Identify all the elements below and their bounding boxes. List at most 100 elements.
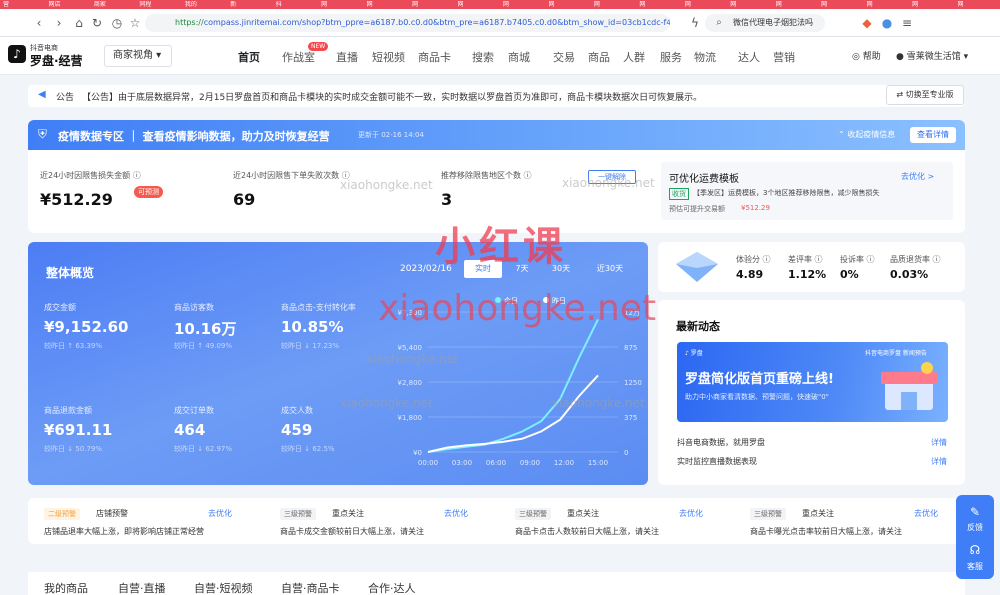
news-item-1-detail-link[interactable]: 详情 <box>931 437 947 448</box>
user-menu[interactable]: ● 雪莱微生活馆 ▾ <box>896 49 968 62</box>
address-bar[interactable]: https://compass.jinritemai.com/shop?btm_… <box>145 14 670 32</box>
nav-marketing[interactable]: 营销 <box>773 49 795 65</box>
chart-y-tick-right: 0 <box>624 449 628 457</box>
nav-short-video[interactable]: 短视频 <box>372 49 405 65</box>
tab-my-products[interactable]: 我的商品 <box>44 580 88 595</box>
tab-self-short-video[interactable]: 自营·短视频 <box>194 580 253 595</box>
alert-desc: 商品卡成交金额较前日大幅上涨，请关注 <box>280 527 424 536</box>
browser-tab[interactable]: 网 <box>773 1 817 9</box>
browser-tab[interactable]: 网 <box>682 1 726 9</box>
switch-pro-button[interactable]: ⇄ 切换至专业版 <box>886 85 964 105</box>
nav-mall[interactable]: 商城 <box>508 49 530 65</box>
browser-tab[interactable]: 网 <box>545 1 589 9</box>
collapse-epidemic-link[interactable]: ⌃ 收起疫情信息 <box>838 129 895 140</box>
browser-tab[interactable]: 网 <box>864 1 908 9</box>
browser-tab[interactable]: 网 <box>318 1 362 9</box>
history-icon[interactable]: ◷ <box>110 16 124 30</box>
browser-tab[interactable]: 网 <box>455 1 499 9</box>
tab-7days[interactable]: 7天 <box>506 260 538 278</box>
notice-bar: ◀ 公告 【公告】由于底层数据异常，2月15日罗盘首页和商品卡模块的实时成交金额… <box>28 85 964 107</box>
tab-self-live[interactable]: 自营·直播 <box>118 580 166 595</box>
browser-tab[interactable]: 网 <box>364 1 408 9</box>
browser-tab[interactable]: 抖 <box>273 1 317 9</box>
home-icon[interactable]: ⌂ <box>72 16 86 30</box>
shield-icon: ⛨ <box>38 127 48 141</box>
chart-y-tick-right: 1250 <box>624 379 642 387</box>
score-bad-rate-value: 1.12% <box>788 268 827 281</box>
tab-realtime[interactable]: 实时 <box>464 260 502 278</box>
buyers-label: 成交人数 <box>281 406 313 415</box>
extension-icon[interactable]: ◆ <box>860 16 874 30</box>
template-optimize-link[interactable]: 去优化 > <box>901 171 934 182</box>
chart-x-tick: 12:00 <box>554 459 574 467</box>
nav-audience[interactable]: 人群 <box>623 49 645 65</box>
feedback-icon[interactable]: ✎ <box>956 505 994 519</box>
view-detail-button[interactable]: 查看详情 <box>910 127 956 143</box>
menu-icon[interactable]: ≡ <box>900 16 914 30</box>
browser-tab[interactable]: 网 <box>591 1 635 9</box>
browser-tab[interactable]: 网 <box>818 1 862 9</box>
alert-optimize-link[interactable]: 去优化 <box>914 508 938 519</box>
browser-tab[interactable]: 营 <box>0 1 44 9</box>
browser-tab[interactable]: 同程 <box>136 1 180 9</box>
score-return-label: 品质退货率 ⓘ <box>890 255 941 264</box>
bookmark-star-icon[interactable]: ☆ <box>128 16 142 30</box>
chart-x-tick: 09:00 <box>520 459 540 467</box>
back-icon[interactable]: ‹ <box>32 16 46 30</box>
orders-label: 成交订单数 <box>174 406 214 415</box>
browser-tab[interactable]: 网店 <box>45 1 89 9</box>
tab-30days[interactable]: 30天 <box>544 260 578 278</box>
alert-card: 三级预警 重点关注 去优化 商品卡点击人数较前日大幅上涨，请关注 <box>499 498 733 544</box>
nav-product-card[interactable]: 商品卡 <box>418 49 451 65</box>
reload-icon[interactable]: ↻ <box>90 16 104 30</box>
news-banner[interactable]: ♪ 罗盘 抖音电商罗盘 新闻预告 罗盘简化版首页重磅上线! 助力中小商家看清数据… <box>677 342 948 422</box>
chart-x-tick: 03:00 <box>452 459 472 467</box>
news-item-2-detail-link[interactable]: 详情 <box>931 456 947 467</box>
alert-optimize-link[interactable]: 去优化 <box>208 508 232 519</box>
browser-tab[interactable]: 网 <box>636 1 680 9</box>
template-gain-label: 预估可提升交易额 <box>669 205 725 213</box>
browser-tab[interactable]: 网 <box>409 1 453 9</box>
alert-level-tag: 三级预警 <box>515 508 551 520</box>
chart-y-tick-left: ¥0 <box>413 449 422 457</box>
account-icon[interactable]: ● <box>880 16 894 30</box>
help-link[interactable]: ◎ 帮助 <box>852 49 881 62</box>
nav-war-room[interactable]: 作战室 <box>282 49 315 65</box>
forward-icon[interactable]: › <box>52 16 66 30</box>
browser-tab[interactable]: 网 <box>909 1 953 9</box>
view-select[interactable]: 商家视角 ▾ <box>104 45 172 67</box>
nav-home[interactable]: 首页 <box>238 49 260 65</box>
nav-logistics[interactable]: 物流 <box>694 49 716 65</box>
tab-recent-30days[interactable]: 近30天 <box>588 260 632 278</box>
browser-tab[interactable]: 网 <box>500 1 544 9</box>
nav-trade[interactable]: 交易 <box>553 49 575 65</box>
browser-tab[interactable]: 我的 <box>182 1 226 9</box>
chart-y-tick-left: ¥5,400 <box>398 344 423 352</box>
tab-self-product-card[interactable]: 自营·商品卡 <box>281 580 340 595</box>
nav-goods[interactable]: 商品 <box>588 49 610 65</box>
nav-service[interactable]: 服务 <box>660 49 682 65</box>
service-label[interactable]: 客服 <box>956 561 994 572</box>
browser-tab[interactable]: 商家 <box>91 1 135 9</box>
browser-tab[interactable]: 新 <box>227 1 271 9</box>
tab-coop-creators[interactable]: 合作·达人 <box>368 580 416 595</box>
alert-optimize-link[interactable]: 去优化 <box>679 508 703 519</box>
buyers-compare: 较昨日 ↓ 62.5% <box>281 445 335 453</box>
browser-tab[interactable]: 网 <box>727 1 771 9</box>
one-key-release-button[interactable]: 一键解除 <box>588 170 636 184</box>
chart-legend-label: 今日 <box>504 296 518 305</box>
url-text: compass.jinritemai.com/shop?btm_ppre=a61… <box>203 18 670 27</box>
alert-optimize-link[interactable]: 去优化 <box>444 508 468 519</box>
lightning-icon[interactable]: ϟ <box>688 16 702 30</box>
nav-creators[interactable]: 达人 <box>738 49 760 65</box>
nav-search[interactable]: 搜索 <box>472 49 494 65</box>
conversion-compare: 较昨日 ↓ 17.23% <box>281 342 340 350</box>
nav-live[interactable]: 直播 <box>336 49 358 65</box>
browser-tab[interactable]: 网 <box>955 1 999 9</box>
feedback-label[interactable]: 反馈 <box>956 522 994 533</box>
search-icon: ⌕ <box>716 17 722 28</box>
user-name: 雪莱微生活馆 ▾ <box>906 52 969 62</box>
url-protocol: https:// <box>175 18 204 27</box>
browser-tab-strip: 营网店 商家 同程 我的新抖网网网网网网网网网网网网网网网 <box>0 0 1000 9</box>
headset-icon[interactable]: ☊ <box>956 543 994 557</box>
